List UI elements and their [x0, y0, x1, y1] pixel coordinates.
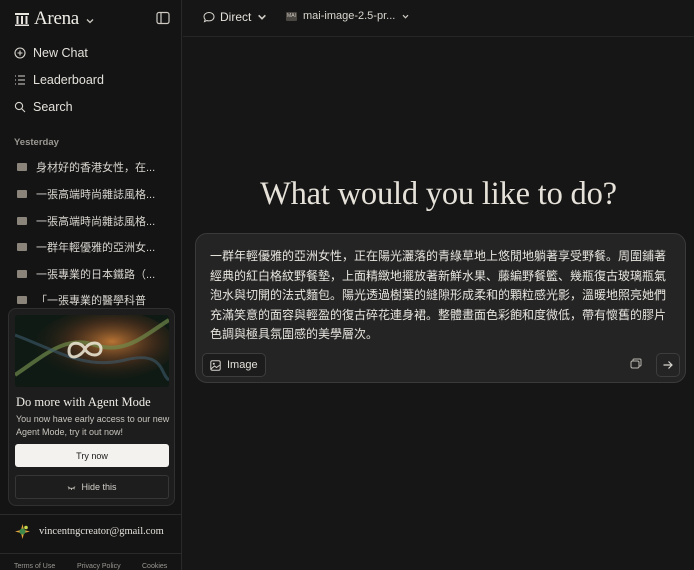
brand-menu[interactable]: Arena	[14, 8, 95, 30]
plus-circle-icon	[14, 47, 26, 59]
agent-mode-card: Do more with Agent Mode You now have ear…	[8, 308, 175, 506]
chat-history-item[interactable]: 一群年輕優雅的亞洲女...	[17, 239, 167, 255]
chat-history-item[interactable]: 一張專業的日本鐵路（...	[17, 266, 167, 282]
image-mode-label: Image	[227, 359, 258, 371]
attach-files-icon[interactable]	[630, 358, 642, 370]
model-name: mai-image-2.5-pr...	[303, 10, 396, 22]
prompt-composer: 一群年輕優雅的亞洲女性，正在陽光灑落的青綠草地上悠閒地躺著享受野餐。周圍鋪著經典…	[195, 233, 686, 383]
search-icon	[14, 101, 26, 113]
agent-mode-image	[15, 315, 169, 387]
chat-thumbnail	[17, 190, 27, 198]
search-button[interactable]: Search	[14, 98, 73, 116]
leaderboard-button[interactable]: Leaderboard	[14, 71, 104, 89]
hide-this-button[interactable]: Hide this	[15, 475, 169, 499]
account-divider	[0, 514, 182, 515]
chevron-down-icon	[258, 14, 267, 20]
chat-history-item[interactable]: 「一張專業的醫學科普	[17, 292, 167, 308]
hide-this-label: Hide this	[81, 482, 117, 492]
chat-title: 「一張專業的醫學科普	[36, 295, 146, 307]
mode-selector[interactable]: Direct	[203, 10, 268, 24]
brand-name: Arena	[34, 8, 79, 29]
image-icon	[210, 359, 221, 371]
agent-mode-title: Do more with Agent Mode	[16, 395, 151, 409]
sidebar-toggle-icon[interactable]	[156, 11, 170, 25]
chat-thumbnail	[17, 217, 27, 225]
cookies-link[interactable]: Cookies	[142, 563, 167, 570]
leaderboard-icon	[15, 75, 25, 85]
model-selector[interactable]: MAI mai-image-2.5-pr...	[286, 10, 410, 22]
chevron-down-icon	[86, 19, 94, 24]
model-logo: MAI	[286, 11, 297, 21]
new-chat-label: New Chat	[33, 46, 88, 60]
page-title: What would you like to do?	[260, 176, 617, 212]
send-button[interactable]	[656, 353, 680, 377]
agent-mode-description: You now have early access to our new Age…	[16, 414, 170, 437]
chat-title: 身材好的香港女性，在...	[36, 162, 156, 174]
chat-title: 一張專業的日本鐵路（...	[36, 269, 156, 281]
image-mode-button[interactable]: Image	[202, 353, 266, 377]
agent-mode-graphic	[15, 315, 169, 387]
prompt-input[interactable]: 一群年輕優雅的亞洲女性，正在陽光灑落的青綠草地上悠閒地躺著享受野餐。周圍鋪著經典…	[210, 247, 676, 345]
new-chat-button[interactable]: New Chat	[14, 44, 88, 62]
search-label: Search	[33, 100, 73, 114]
mode-label: Direct	[220, 10, 252, 24]
eye-closed-icon	[68, 485, 76, 490]
chat-bubble-icon	[203, 11, 215, 23]
chat-thumbnail	[17, 243, 27, 251]
sidebar: Arena New Chat Leaderboard Search Yester…	[0, 0, 182, 570]
chat-history-item[interactable]: 身材好的香港女性，在...	[17, 159, 167, 175]
chat-thumbnail	[17, 163, 27, 171]
chat-title: 一群年輕優雅的亞洲女...	[36, 242, 156, 254]
account-menu[interactable]: vincentngcreator@gmail.com	[14, 523, 164, 540]
avatar	[15, 524, 30, 539]
footer-divider	[0, 553, 182, 554]
chevron-down-icon	[402, 14, 409, 19]
leaderboard-label: Leaderboard	[33, 73, 104, 87]
privacy-link[interactable]: Privacy Policy	[77, 563, 121, 570]
chat-title: 一張高端時尚雜誌風格...	[36, 189, 156, 201]
history-section-label: Yesterday	[14, 137, 59, 148]
chat-thumbnail	[17, 296, 27, 304]
terms-link[interactable]: Terms of Use	[14, 563, 55, 570]
chat-title: 一張高端時尚雜誌風格...	[36, 216, 156, 228]
arena-logo-icon	[15, 13, 29, 26]
chat-history-item[interactable]: 一張高端時尚雜誌風格...	[17, 213, 167, 229]
try-now-button[interactable]: Try now	[15, 444, 169, 467]
account-email: vincentngcreator@gmail.com	[39, 526, 164, 537]
top-bar: Direct MAI mai-image-2.5-pr...	[183, 0, 694, 37]
chat-history-item[interactable]: 一張高端時尚雜誌風格...	[17, 186, 167, 202]
arrow-right-icon	[663, 361, 673, 369]
chat-thumbnail	[17, 270, 27, 278]
